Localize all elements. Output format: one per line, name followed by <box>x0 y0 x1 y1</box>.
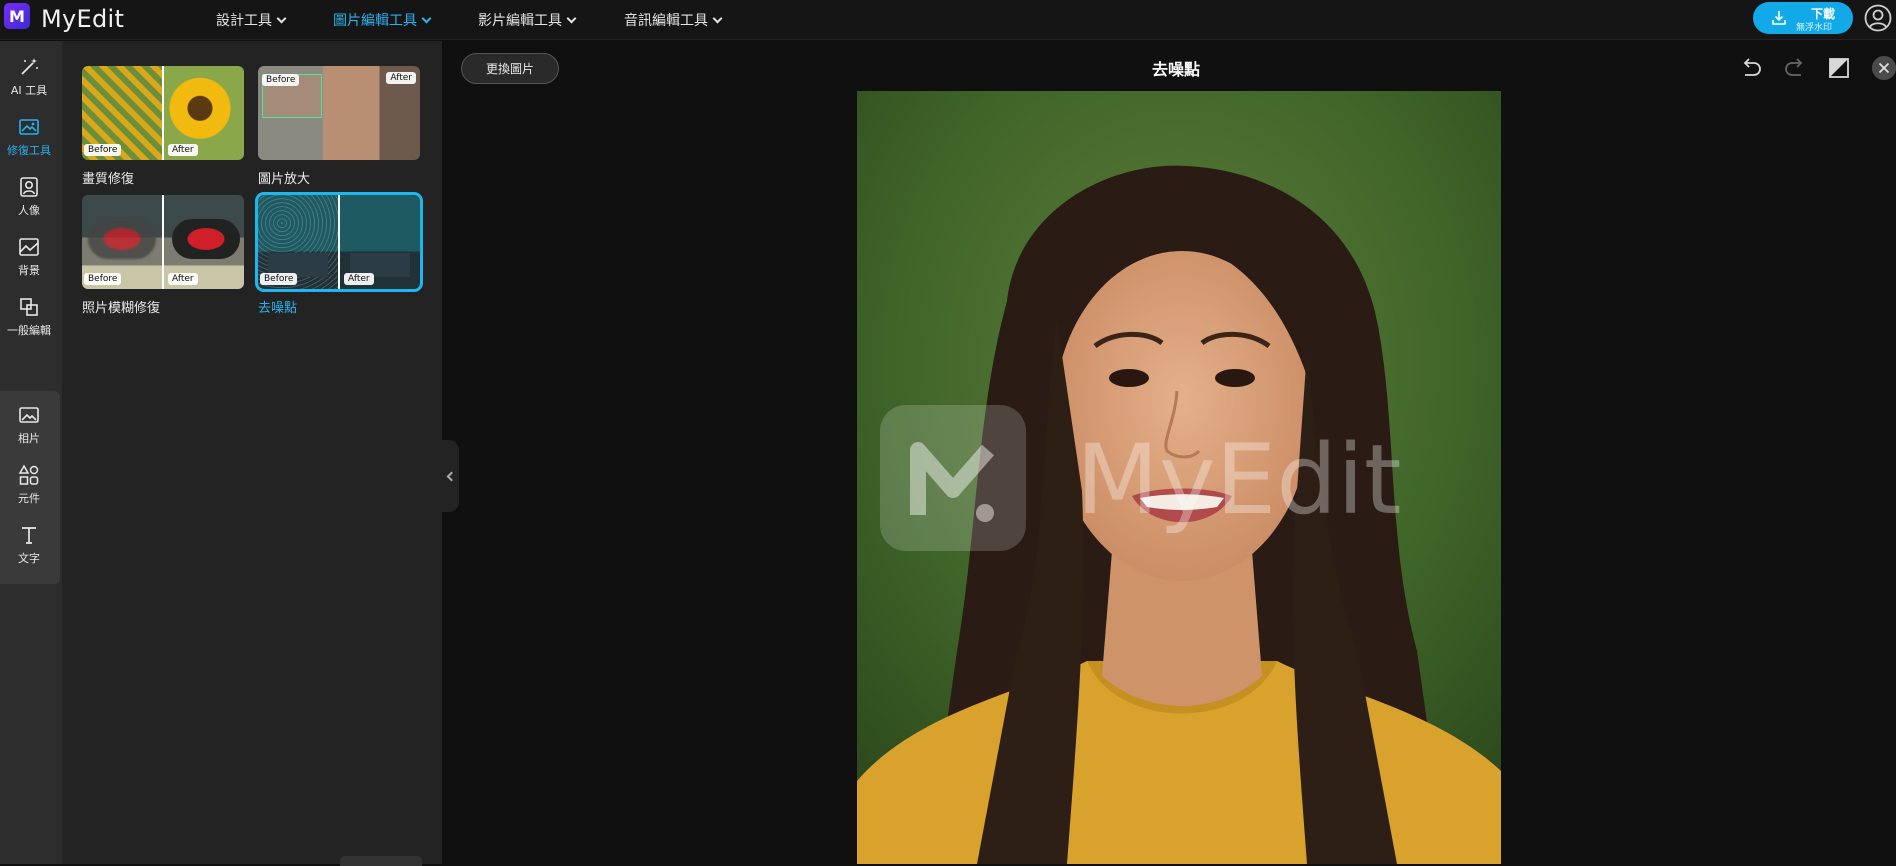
rail-label: 背景 <box>18 264 40 277</box>
nav-video-tools[interactable]: 影片編輯工具 <box>478 10 577 30</box>
nav-label: 影片編輯工具 <box>478 13 562 29</box>
rail-lower-group: 相片 元件 文字 <box>0 391 60 584</box>
nav-label: 設計工具 <box>216 13 272 29</box>
after-tag: After <box>386 72 416 84</box>
download-icon <box>1772 11 1786 25</box>
rail-label: 文字 <box>18 552 40 565</box>
rail-item-photo[interactable]: 相片 <box>0 397 58 453</box>
redo-icon[interactable] <box>1782 55 1808 81</box>
compare-divider <box>162 195 164 289</box>
panel-collapse-toggle[interactable] <box>441 440 459 512</box>
compare-divider <box>162 66 164 160</box>
chevron-down-icon <box>566 13 577 23</box>
undo-icon[interactable] <box>1738 55 1764 81</box>
before-tag: Before <box>84 273 122 285</box>
tool-card-label: 去噪點 <box>258 301 298 316</box>
before-tag: Before <box>262 74 300 86</box>
tool-card-quality-restore[interactable]: Before After 畫質修復 <box>82 66 244 187</box>
tool-thumbnail: Before After <box>82 66 244 160</box>
tool-card-label: 照片模糊修復 <box>82 301 161 316</box>
rail-item-elements[interactable]: 元件 <box>0 457 58 513</box>
chevron-down-icon <box>421 13 432 23</box>
chevron-down-icon <box>712 13 723 23</box>
watermark-text: MyEdit <box>1076 424 1402 536</box>
nav-label: 音訊編輯工具 <box>624 13 708 29</box>
after-image <box>172 219 240 259</box>
before-tag: Before <box>260 273 298 285</box>
before-image <box>88 219 156 259</box>
compare-icon[interactable] <box>1826 55 1852 81</box>
before-tag: Before <box>84 144 122 156</box>
rail-label: 元件 <box>18 492 40 505</box>
tool-card-upscale[interactable]: Before After 圖片放大 <box>258 66 420 187</box>
myedit-logo-icon[interactable]: M <box>4 3 30 29</box>
download-sublabel: 無浮水印 <box>1796 23 1833 33</box>
nav-label: 圖片編輯工具 <box>333 13 417 29</box>
tool-thumbnail: Before After <box>82 195 244 289</box>
rail-item-fix-tools[interactable]: 修復工具 <box>0 109 58 165</box>
rail-label: 相片 <box>18 432 40 445</box>
left-tool-rail: AI 工具 修復工具 人像 背景 一般編輯 相片 元件 文字 <box>0 41 62 864</box>
tool-thumbnail: Before After <box>255 192 423 292</box>
tool-card-denoise[interactable]: Before After 去噪點 <box>255 192 423 316</box>
chevron-left-icon <box>446 471 457 481</box>
after-tag: After <box>168 273 198 285</box>
page-title: 去噪點 <box>1152 60 1201 79</box>
background-icon <box>19 238 39 256</box>
myedit-watermark: MyEdit <box>880 405 1402 551</box>
rail-label: 修復工具 <box>7 144 51 157</box>
chevron-down-icon <box>276 13 287 23</box>
portrait-icon <box>20 177 38 197</box>
photo-icon <box>19 407 39 423</box>
rail-item-general-edit[interactable]: 一般編輯 <box>0 289 58 345</box>
nav-audio-tools[interactable]: 音訊編輯工具 <box>624 10 723 30</box>
nav-image-tools[interactable]: 圖片編輯工具 <box>333 10 432 30</box>
top-bar: M MyEdit 設計工具 圖片編輯工具 影片編輯工具 音訊編輯工具 下載 無浮… <box>0 0 1896 40</box>
tool-panel: Before After 畫質修復 Before After 圖片放大 Befo… <box>62 41 442 864</box>
app-name[interactable]: MyEdit <box>41 5 124 33</box>
replace-image-button[interactable]: 更換圖片 <box>461 53 559 84</box>
after-tag: After <box>344 273 374 285</box>
crop-icon <box>20 298 38 316</box>
tool-card-blur-fix[interactable]: Before After 照片模糊修復 <box>82 195 244 316</box>
rail-item-ai-tools[interactable]: AI 工具 <box>0 49 58 105</box>
download-button[interactable]: 下載 無浮水印 <box>1753 2 1853 34</box>
close-icon[interactable] <box>1872 56 1896 80</box>
nav-design-tools[interactable]: 設計工具 <box>216 10 287 30</box>
rail-label: 人像 <box>18 204 40 217</box>
user-account-icon[interactable] <box>1864 4 1892 32</box>
rail-label: 一般編輯 <box>7 324 51 337</box>
shapes-icon <box>18 464 39 485</box>
text-icon <box>22 527 36 544</box>
magic-wand-icon <box>21 58 38 75</box>
rail-item-text[interactable]: 文字 <box>0 517 58 573</box>
rail-item-portrait[interactable]: 人像 <box>0 169 58 225</box>
rail-label: AI 工具 <box>10 84 48 97</box>
rail-item-background[interactable]: 背景 <box>0 229 58 285</box>
tool-card-label: 畫質修復 <box>82 172 135 187</box>
compare-divider <box>338 195 340 289</box>
view-mode-toggle[interactable] <box>340 856 422 866</box>
tool-card-label: 圖片放大 <box>258 172 311 187</box>
tool-thumbnail: Before After <box>258 66 420 160</box>
image-fix-icon <box>19 119 39 135</box>
after-tag: After <box>168 144 198 156</box>
